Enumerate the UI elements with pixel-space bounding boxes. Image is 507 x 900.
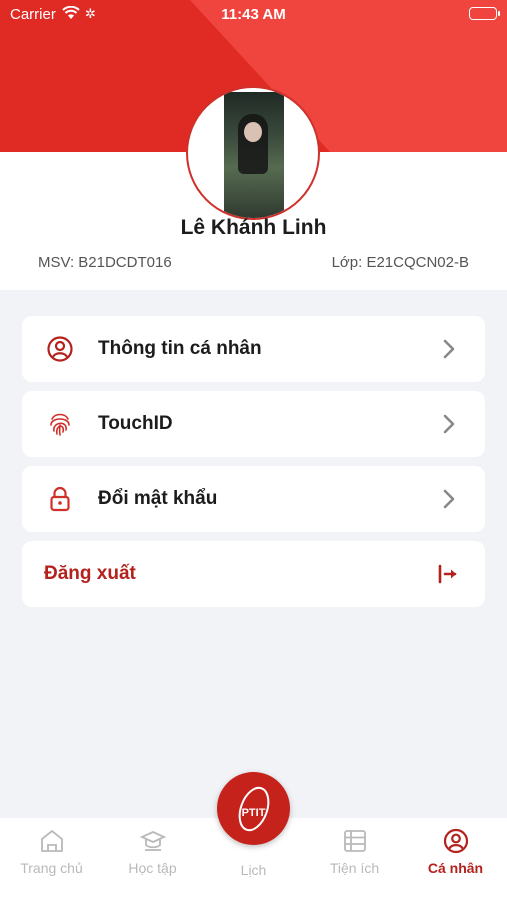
tab-label: Học tập — [128, 860, 177, 876]
graduation-cap-icon — [139, 828, 166, 854]
home-icon — [39, 828, 65, 854]
menu-item-label: Đổi mật khẩu — [98, 488, 218, 509]
student-id: MSV: B21DCDT016 — [38, 254, 172, 271]
chevron-right-icon — [441, 338, 457, 360]
calendar-center-button[interactable]: PTIT — [217, 772, 290, 845]
fab-logo-text: PTIT — [242, 807, 266, 819]
profile-name: Lê Khánh Linh — [180, 216, 327, 239]
user-circle-icon — [443, 828, 469, 854]
class-code: Lớp: E21CQCN02-B — [331, 254, 469, 271]
tab-label: Trang chủ — [20, 860, 83, 876]
avatar-photo — [224, 92, 284, 218]
tab-home[interactable]: Trang chủ — [1, 828, 102, 876]
tab-profile[interactable]: Cá nhân — [405, 828, 506, 876]
lock-icon — [46, 485, 74, 513]
menu-item-label: TouchID — [98, 413, 173, 434]
tab-study[interactable]: Học tập — [102, 828, 203, 876]
tab-label: Cá nhân — [427, 860, 484, 876]
utilities-icon — [342, 828, 368, 854]
logout-icon — [437, 563, 459, 585]
status-bar: Carrier ✲ 11:43 AM — [0, 0, 507, 28]
menu-item-touchid[interactable]: TouchID — [22, 391, 485, 457]
tab-calendar[interactable]: Lịch — [203, 862, 304, 878]
chevron-right-icon — [441, 413, 457, 435]
logout-button[interactable]: Đăng xuất — [22, 541, 485, 607]
menu-item-change-password[interactable]: Đổi mật khẩu — [22, 466, 485, 532]
user-circle-icon — [46, 335, 74, 363]
avatar[interactable] — [186, 86, 320, 220]
menu-item-label: Thông tin cá nhân — [98, 338, 262, 359]
tab-label: Lịch — [240, 862, 267, 878]
menu-item-personal-info[interactable]: Thông tin cá nhân — [22, 316, 485, 382]
fingerprint-icon — [46, 410, 74, 438]
ptit-logo-icon: PTIT — [238, 786, 270, 832]
chevron-right-icon — [441, 488, 457, 510]
tab-utilities[interactable]: Tiện ích — [304, 828, 405, 876]
battery-icon — [469, 7, 500, 20]
status-time: 11:43 AM — [221, 6, 286, 23]
logout-label: Đăng xuất — [44, 563, 136, 584]
tab-label: Tiện ích — [329, 860, 380, 876]
